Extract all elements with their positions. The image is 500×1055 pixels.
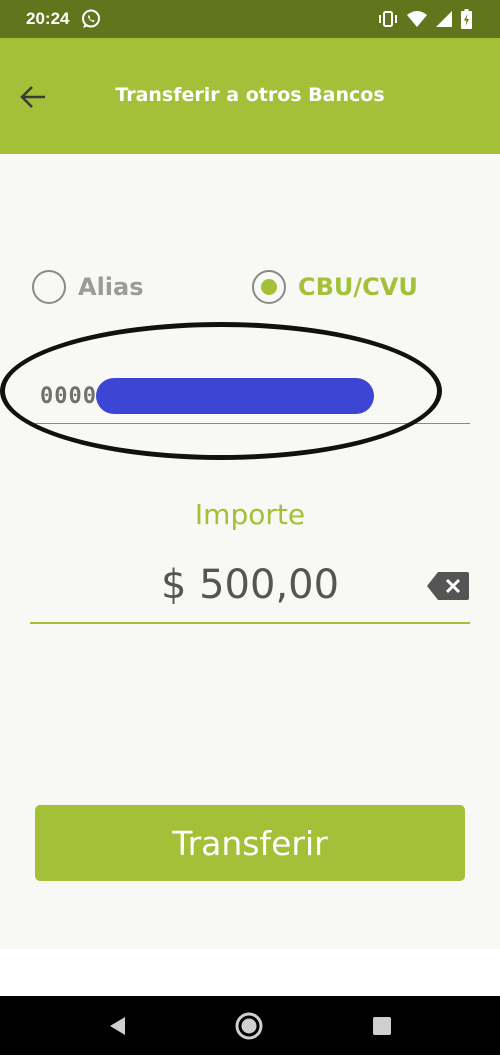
navigation-bar: [0, 996, 500, 1055]
radio-selected-dot: [261, 279, 277, 295]
nav-recents-button[interactable]: [367, 1011, 397, 1041]
amount-value: $ 500,00: [160, 562, 340, 608]
nav-home-button[interactable]: [234, 1011, 264, 1041]
status-bar: 20:24: [0, 0, 500, 38]
page-title: Transferir a otros Bancos: [115, 84, 385, 106]
back-triangle-icon: [110, 1017, 125, 1035]
vibrate-icon: [378, 10, 398, 32]
radio-cbu-cvu[interactable]: CBU/CVU: [252, 270, 418, 304]
backspace-button[interactable]: [426, 570, 470, 602]
radio-alias-label: Alias: [78, 273, 144, 301]
status-icons: [378, 9, 472, 33]
backspace-icon: [427, 572, 469, 600]
radio-cbu-cvu-label: CBU/CVU: [298, 273, 418, 301]
whatsapp-icon: [80, 8, 102, 34]
radio-cbu-cvu-circle: [252, 270, 286, 304]
nav-back-button[interactable]: [102, 1011, 132, 1041]
amount-input[interactable]: $ 500,00: [30, 552, 470, 624]
radio-alias[interactable]: Alias: [32, 270, 144, 304]
home-circle-icon: [235, 1012, 263, 1040]
recents-square-icon: [373, 1017, 391, 1035]
wifi-icon: [407, 10, 427, 32]
highlight-oval: [0, 322, 442, 460]
signal-icon: [436, 10, 452, 32]
radio-alias-circle: [32, 270, 66, 304]
amount-label: Importe: [194, 498, 306, 531]
transfer-button[interactable]: Transferir: [35, 805, 465, 881]
transfer-form: Alias CBU/CVU 0000 Importe $ 500,00 Tran…: [0, 154, 500, 949]
app-bar: Transferir a otros Bancos: [0, 38, 500, 154]
battery-icon: [461, 9, 472, 33]
status-time: 20:24: [26, 9, 70, 28]
